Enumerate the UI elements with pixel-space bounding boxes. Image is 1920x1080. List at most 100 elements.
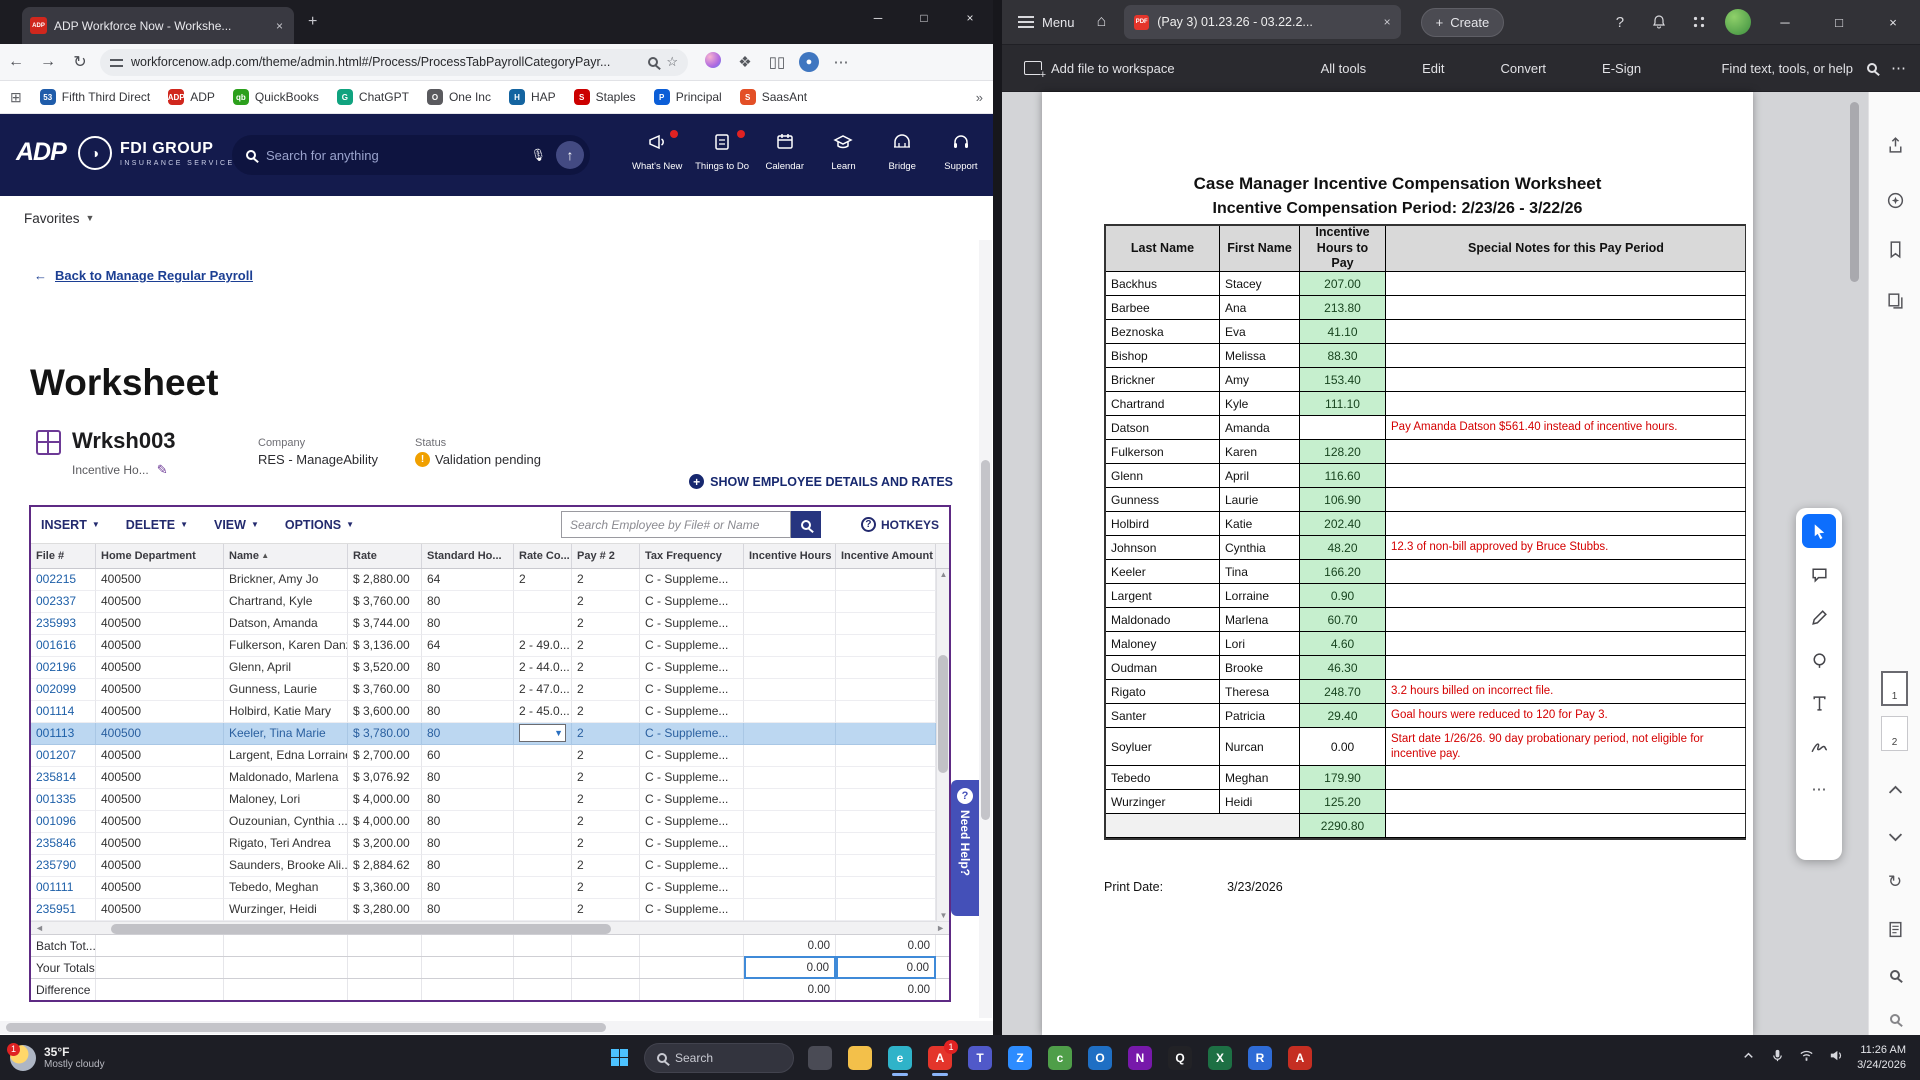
- grid-cell[interactable]: 2 - 44.0...: [514, 656, 572, 679]
- grid-column-header[interactable]: Pay # 2: [572, 543, 640, 568]
- file-number-link[interactable]: 001207: [36, 748, 76, 762]
- adp-nav-support[interactable]: Support: [936, 128, 986, 184]
- grid-cell[interactable]: 400500: [96, 612, 224, 635]
- grid-cell[interactable]: [836, 568, 936, 591]
- bookmark-item[interactable]: S SaasAnt: [739, 89, 807, 105]
- grid-cell[interactable]: 2: [572, 722, 640, 745]
- totals-cell[interactable]: 0.00: [836, 956, 936, 979]
- taskbar-outlook[interactable]: O: [1080, 1038, 1120, 1078]
- grid-column-header[interactable]: Incentive Amount: [836, 543, 936, 568]
- grid-cell[interactable]: Largent, Edna Lorraine: [224, 744, 348, 767]
- grid-row[interactable]: 002215 400500 Brickner, Amy Jo $ 2,880.00 64…: [31, 568, 936, 591]
- grid-column-header[interactable]: Incentive Hours: [744, 543, 836, 568]
- grid-cell[interactable]: 2: [514, 568, 572, 591]
- rate-code-dropdown[interactable]: ▼: [519, 724, 566, 743]
- grid-cell[interactable]: 2: [572, 678, 640, 701]
- taskbar-edge[interactable]: e: [880, 1038, 920, 1078]
- grid-cell[interactable]: [836, 656, 936, 679]
- grid-cell[interactable]: C - Suppleme...: [640, 722, 744, 745]
- grid-hscroll-thumb[interactable]: [111, 923, 611, 934]
- grid-cell[interactable]: [836, 700, 936, 723]
- grid-cell[interactable]: 002099: [31, 678, 96, 701]
- grid-cell[interactable]: $ 3,760.00: [348, 590, 422, 613]
- taskbar-search[interactable]: Search: [644, 1042, 794, 1073]
- grid-cell[interactable]: [744, 700, 836, 723]
- address-bar[interactable]: workforcenow.adp.com/theme/admin.html#/P…: [100, 48, 688, 76]
- delete-menu-button[interactable]: DELETE ▼: [126, 518, 188, 532]
- edit-pen-icon[interactable]: [1802, 600, 1836, 634]
- grid-cell[interactable]: [514, 612, 572, 635]
- grid-cell[interactable]: $ 3,760.00: [348, 678, 422, 701]
- grid-column-header[interactable]: Home Department: [96, 543, 224, 568]
- grid-cell[interactable]: 400500: [96, 722, 224, 745]
- grid-cell[interactable]: 400500: [96, 700, 224, 723]
- grid-cell[interactable]: 001207: [31, 744, 96, 767]
- grid-cell[interactable]: [744, 766, 836, 789]
- grid-cell[interactable]: C - Suppleme...: [640, 810, 744, 833]
- profile-avatar[interactable]: ●: [794, 52, 824, 72]
- grid-cell[interactable]: 2: [572, 854, 640, 877]
- grid-cell[interactable]: [744, 788, 836, 811]
- close-button[interactable]: ×: [947, 0, 993, 36]
- grid-cell[interactable]: [836, 832, 936, 855]
- grid-cell[interactable]: 400500: [96, 766, 224, 789]
- file-number-link[interactable]: 235993: [36, 616, 76, 630]
- maximize-button[interactable]: □: [901, 0, 947, 36]
- totals-cell[interactable]: 0.00: [744, 979, 836, 1000]
- grid-cell[interactable]: 2: [572, 766, 640, 789]
- grid-cell[interactable]: [836, 788, 936, 811]
- back-to-payroll-link[interactable]: ← Back to Manage Regular Payroll: [34, 268, 253, 283]
- grid-cell[interactable]: $ 3,136.00: [348, 634, 422, 657]
- grid-cell[interactable]: C - Suppleme...: [640, 788, 744, 811]
- grid-cell[interactable]: 80: [422, 700, 514, 723]
- page-thumbnail-1[interactable]: 1: [1881, 671, 1908, 706]
- grid-row[interactable]: 235814 400500 Maldonado, Marlena $ 3,076.92…: [31, 766, 936, 789]
- grid-cell[interactable]: 80: [422, 854, 514, 877]
- grid-horizontal-scrollbar[interactable]: ◄ ►: [31, 920, 949, 934]
- grid-cell[interactable]: [836, 722, 936, 745]
- grid-cell[interactable]: 2: [572, 568, 640, 591]
- new-tab-button[interactable]: +: [308, 14, 317, 30]
- grid-cell[interactable]: Chartrand, Kyle: [224, 590, 348, 613]
- grid-cell[interactable]: [836, 612, 936, 635]
- search-submit-icon[interactable]: ↑: [556, 141, 584, 169]
- grid-row[interactable]: 235951 400500 Wurzinger, Heidi $ 3,280.00 80…: [31, 898, 936, 921]
- grid-cell[interactable]: 400500: [96, 678, 224, 701]
- wifi-icon[interactable]: [1799, 1048, 1814, 1068]
- chevron-down-icon[interactable]: [1882, 823, 1908, 849]
- grid-cell[interactable]: 2: [572, 832, 640, 855]
- grid-row[interactable]: 001096 400500 Ouzounian, Cynthia ... $ 4,00…: [31, 810, 936, 833]
- grid-cell[interactable]: 400500: [96, 568, 224, 591]
- grid-cell[interactable]: Holbird, Katie Mary: [224, 700, 348, 723]
- start-button[interactable]: [600, 1038, 638, 1078]
- url-text[interactable]: workforcenow.adp.com/theme/admin.html#/P…: [131, 55, 640, 69]
- grid-cell[interactable]: 2 - 45.0...: [514, 700, 572, 723]
- back-icon[interactable]: ←: [0, 53, 32, 71]
- grid-cell[interactable]: [836, 876, 936, 899]
- find-search-icon[interactable]: [1867, 63, 1877, 73]
- grid-cell[interactable]: 2: [572, 656, 640, 679]
- reload-icon[interactable]: ↻: [64, 52, 96, 72]
- scroll-up-icon[interactable]: ▲: [937, 570, 950, 579]
- adp-nav-what-s-new[interactable]: What's New: [630, 128, 684, 184]
- grid-cell[interactable]: $ 4,000.00: [348, 788, 422, 811]
- grid-cell[interactable]: 2: [572, 744, 640, 767]
- taskbar-quickbooks[interactable]: Q: [1160, 1038, 1200, 1078]
- grid-cell[interactable]: 400500: [96, 656, 224, 679]
- grid-cell[interactable]: 2: [572, 700, 640, 723]
- grid-cell[interactable]: 235951: [31, 898, 96, 921]
- grid-cell[interactable]: 80: [422, 832, 514, 855]
- acrobat-tool-all-tools[interactable]: All tools: [1305, 61, 1383, 76]
- file-number-link[interactable]: 235790: [36, 858, 76, 872]
- totals-cell[interactable]: 0.00: [744, 956, 836, 979]
- grid-cell[interactable]: [514, 898, 572, 921]
- grid-cell[interactable]: 001114: [31, 700, 96, 723]
- grid-cell[interactable]: $ 3,360.00: [348, 876, 422, 899]
- grid-row[interactable]: 002196 400500 Glenn, April $ 3,520.00 80 2 - …: [31, 656, 936, 679]
- bookmark-item[interactable]: S Staples: [573, 89, 636, 105]
- grid-cell[interactable]: [836, 810, 936, 833]
- grid-cell[interactable]: 002337: [31, 590, 96, 613]
- file-number-link[interactable]: 235951: [36, 902, 76, 916]
- grid-row[interactable]: 002337 400500 Chartrand, Kyle $ 3,760.00 80 2…: [31, 590, 936, 613]
- grid-cell[interactable]: 235993: [31, 612, 96, 635]
